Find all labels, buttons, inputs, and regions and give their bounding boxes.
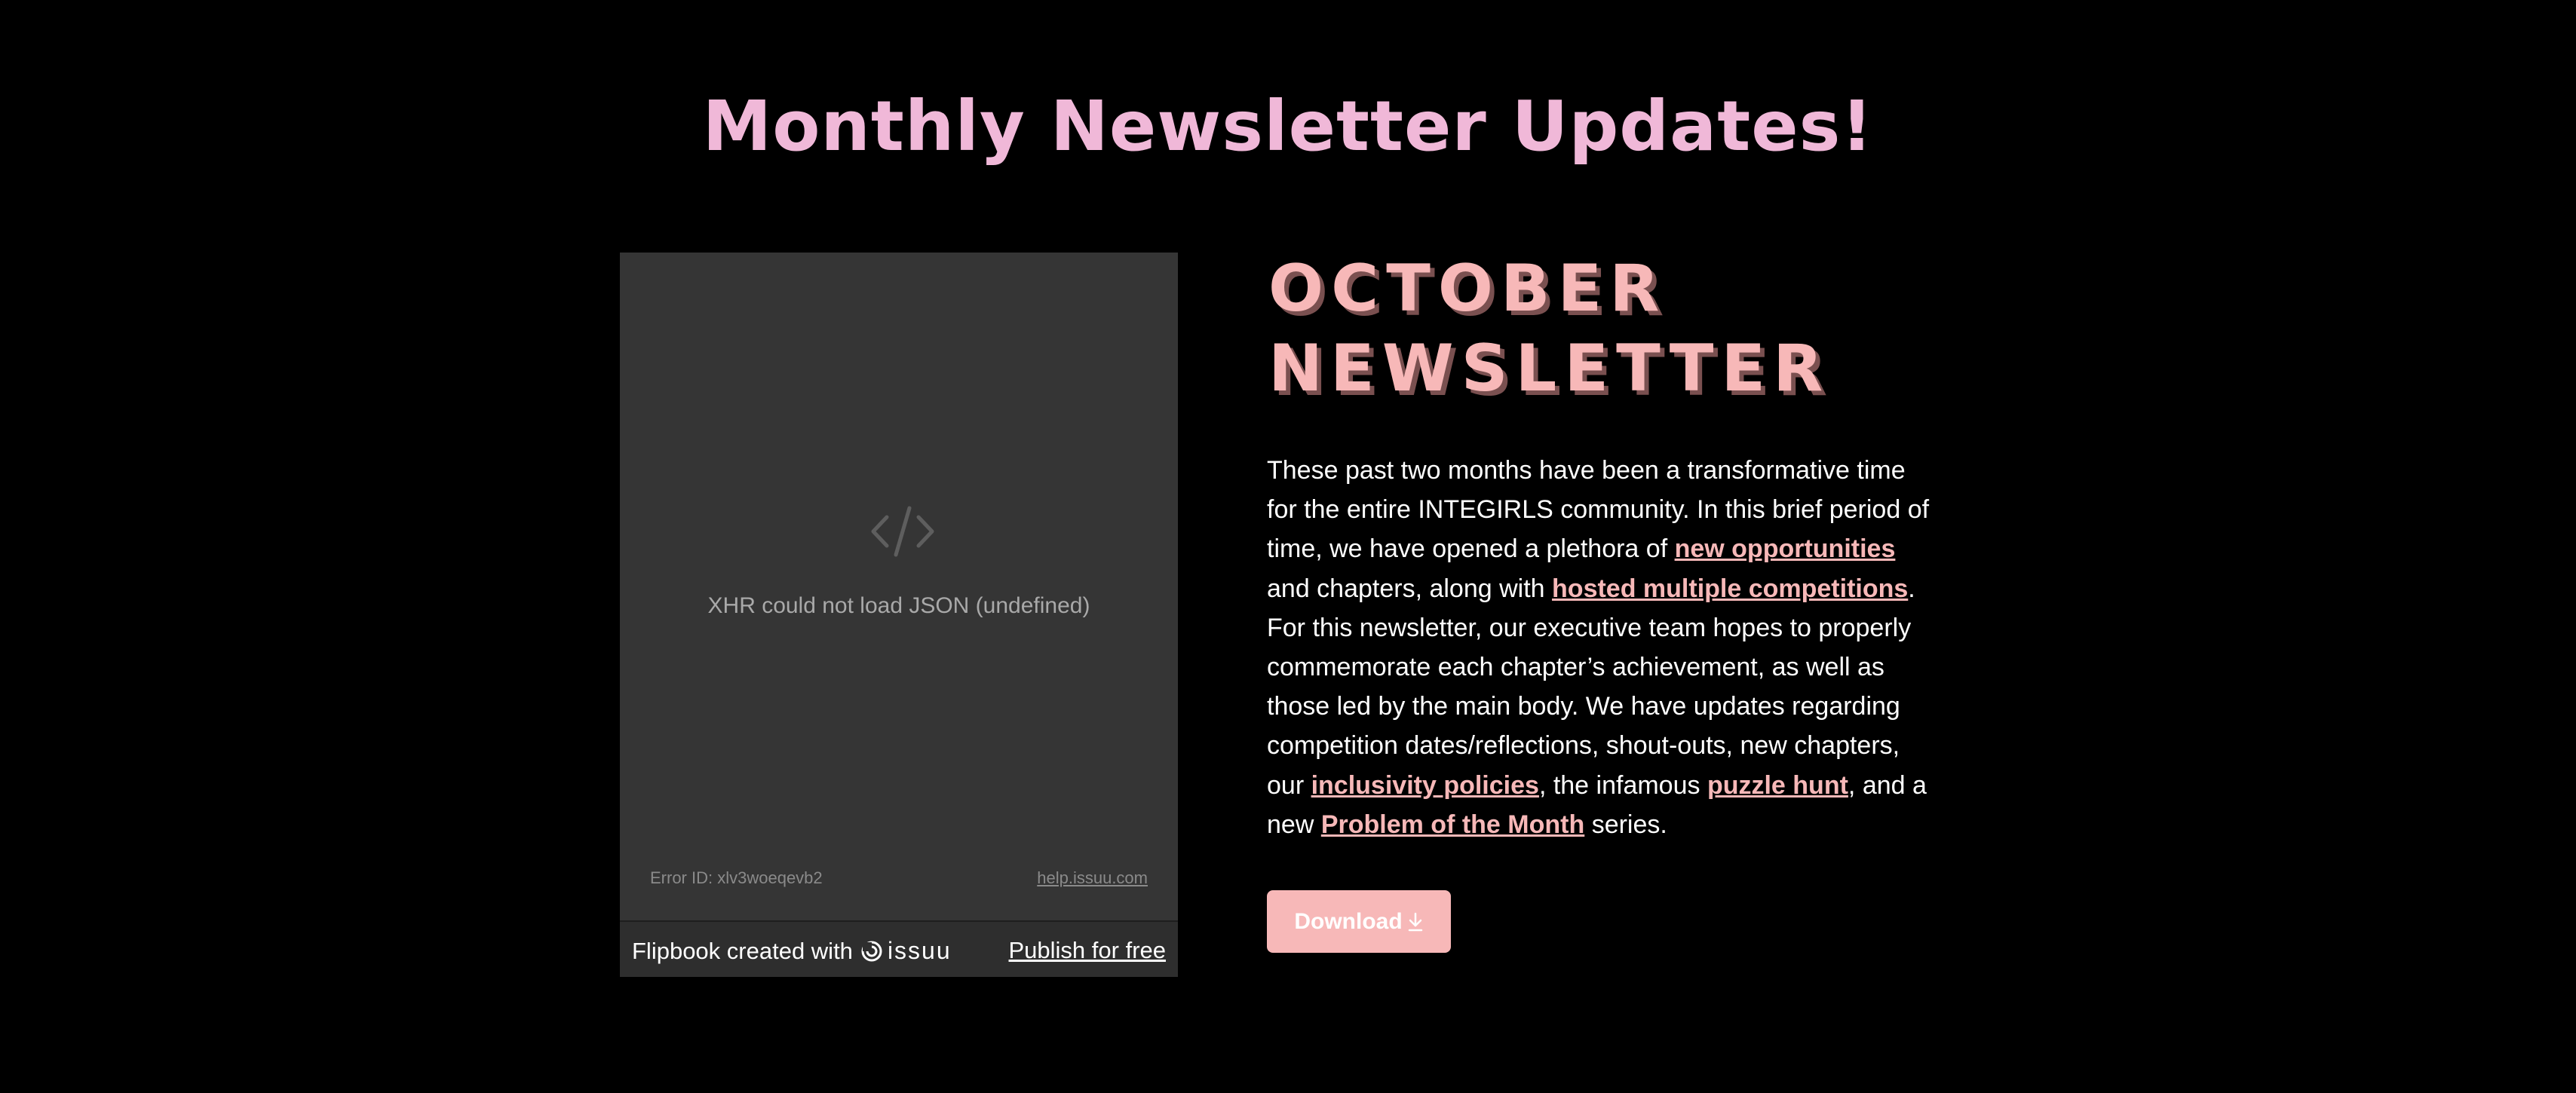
download-button-label: Download <box>1294 908 1403 934</box>
newsletter-heading-line1: OCTOBER <box>1268 251 1667 326</box>
description-text-6: series. <box>1584 810 1667 839</box>
description-text-4: , the infamous <box>1538 770 1707 800</box>
issuu-logo[interactable]: issuu <box>860 937 952 965</box>
issuu-wordmark: issuu <box>887 937 952 964</box>
description-text-3: . For this newsletter, our executive tea… <box>1267 574 1915 800</box>
download-button[interactable]: Download <box>1267 890 1451 953</box>
inclusivity-policies-link[interactable]: inclusivity policies <box>1311 771 1539 800</box>
hosted-competitions-link[interactable]: hosted multiple competitions <box>1552 574 1908 603</box>
problem-of-the-month-link[interactable]: Problem of the Month <box>1321 810 1584 839</box>
newsletter-heading: OCTOBER NEWSLETTER <box>1268 249 1947 409</box>
flipbook-error-message: XHR could not load JSON (undefined) <box>707 593 1090 618</box>
publish-for-free-link[interactable]: Publish for free <box>1009 937 1167 964</box>
error-id: Error ID: xlv3woeqevb2 <box>650 868 823 887</box>
download-arrow-icon <box>1408 912 1422 931</box>
page-title: Monthly Newsletter Updates! <box>702 86 1874 167</box>
help-link[interactable]: help.issuu.com <box>1037 868 1148 888</box>
flipbook-credit[interactable]: Flipbook created with issuu <box>632 937 952 965</box>
flipbook-embed[interactable]: XHR could not load JSON (undefined) Erro… <box>620 253 1178 977</box>
new-opportunities-link[interactable]: new opportunities <box>1675 534 1896 563</box>
flipbook-footer: Flipbook created with issuu Publish for … <box>620 920 1178 977</box>
issuu-icon <box>861 941 882 961</box>
newsletter-description: These past two months have been a transf… <box>1267 451 1930 844</box>
description-text-2: and chapters, along with <box>1267 574 1553 603</box>
newsletter-heading-line2: NEWSLETTER <box>1268 331 1831 406</box>
flipbook-credit-label: Flipbook created with <box>632 937 853 964</box>
code-icon <box>871 506 934 557</box>
flipbook-viewer: XHR could not load JSON (undefined) Erro… <box>620 253 1178 920</box>
puzzle-hunt-link[interactable]: puzzle hunt <box>1707 771 1848 800</box>
